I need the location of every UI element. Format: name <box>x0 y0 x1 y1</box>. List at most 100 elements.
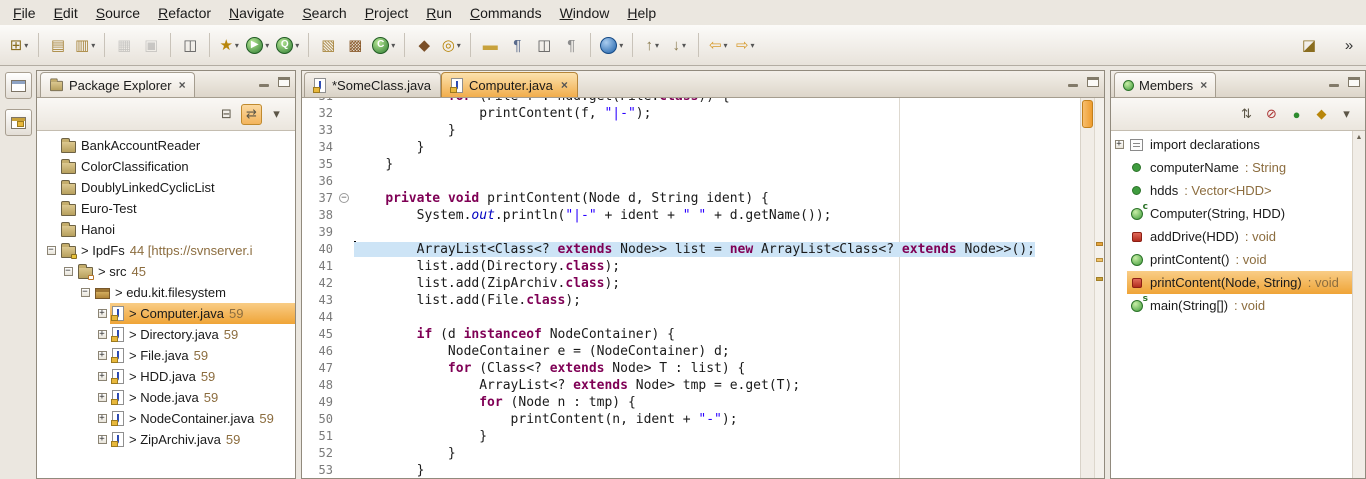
previous-annotation-button[interactable]: ↑▾ <box>639 32 665 58</box>
tree-item[interactable]: BankAccountReader <box>37 135 295 156</box>
collapse-region-icon[interactable]: − <box>339 193 349 203</box>
code-line[interactable]: 44 <box>302 309 1078 326</box>
code-line[interactable]: 38 System.out.println("|-" + ident + " "… <box>302 207 1078 224</box>
hide-fields-button[interactable]: ⊘ <box>1261 104 1282 125</box>
expander-plus-icon[interactable]: + <box>98 330 107 339</box>
overview-annotation-mark[interactable] <box>1096 277 1103 281</box>
member-item[interactable]: printContent() : void <box>1111 248 1352 271</box>
menu-commands[interactable]: Commands <box>461 2 551 24</box>
new-package-button[interactable]: ▩ <box>342 32 368 58</box>
expander-plus-icon[interactable]: + <box>1115 140 1124 149</box>
expander-plus-icon[interactable]: + <box>98 309 107 318</box>
close-icon[interactable]: × <box>179 78 186 92</box>
tree-item[interactable]: Hanoi <box>37 219 295 240</box>
tree-item[interactable]: −> edu.kit.filesystem <box>37 282 295 303</box>
dropdown-arrow-icon[interactable]: ▾ <box>91 41 95 50</box>
maximize-button[interactable] <box>278 77 290 87</box>
tree-item[interactable]: +J> Directory.java 59 <box>37 324 295 345</box>
code-line[interactable]: 39 <box>302 224 1078 241</box>
tree-item[interactable]: +J> ZipArchiv.java 59 <box>37 429 295 450</box>
minimize-button[interactable] <box>258 77 270 87</box>
scroll-up-icon[interactable]: ▲ <box>1353 131 1365 141</box>
close-icon[interactable]: × <box>1200 78 1207 92</box>
code-editor[interactable]: 31 for (File f : hdd.get(File.class)) {3… <box>302 98 1104 478</box>
editor-scrollbar[interactable] <box>1080 98 1094 478</box>
dropdown-arrow-icon[interactable]: ▾ <box>619 41 623 50</box>
minimize-button[interactable] <box>1328 77 1340 87</box>
next-annotation-button[interactable]: ↓▾ <box>666 32 692 58</box>
dropdown-arrow-icon[interactable]: ▾ <box>655 41 659 50</box>
open-jar-button[interactable]: ◆ <box>411 32 437 58</box>
member-item[interactable]: smain(String[]) : void <box>1111 294 1352 317</box>
tree-item[interactable]: +J> HDD.java 59 <box>37 366 295 387</box>
restore-view-button[interactable] <box>5 72 32 99</box>
new-wizard-button[interactable]: ⊞▾ <box>6 32 32 58</box>
perspective-java-button[interactable]: ◪ <box>1296 32 1322 58</box>
code-line[interactable]: 32 printContent(f, "|-"); <box>302 105 1078 122</box>
expander-minus-icon[interactable]: − <box>81 288 90 297</box>
dropdown-arrow-icon[interactable]: ▾ <box>235 41 239 50</box>
print-button[interactable]: ▣ <box>138 32 164 58</box>
tree-item[interactable]: −> IpdFs 44 [https://svnserver.i <box>37 240 295 261</box>
menu-search[interactable]: Search <box>293 2 355 24</box>
code-line[interactable]: 35 } <box>302 156 1078 173</box>
tree-item[interactable]: +J> File.java 59 <box>37 345 295 366</box>
run-button[interactable]: ▶▾ <box>243 32 272 58</box>
sort-button[interactable]: ⇅ <box>1236 104 1257 125</box>
member-item[interactable]: addDrive(HDD) : void <box>1111 225 1352 248</box>
close-icon[interactable]: × <box>561 78 568 92</box>
menu-refactor[interactable]: Refactor <box>149 2 220 24</box>
menu-edit[interactable]: Edit <box>45 2 87 24</box>
collapse-all-button[interactable]: ⊟ <box>216 104 237 125</box>
code-line[interactable]: 53 } <box>302 462 1078 478</box>
view-menu-button[interactable]: ▾ <box>1336 104 1357 125</box>
tab-package-explorer[interactable]: Package Explorer × <box>40 72 195 97</box>
dropdown-arrow-icon[interactable]: ▾ <box>295 41 299 50</box>
tree-item[interactable]: Euro-Test <box>37 198 295 219</box>
tree-item[interactable]: ColorClassification <box>37 156 295 177</box>
hide-non-public-button[interactable]: ◆ <box>1311 104 1332 125</box>
fast-view-button[interactable] <box>5 109 32 136</box>
external-tools-button[interactable]: Q▾ <box>273 32 302 58</box>
expander-minus-icon[interactable]: − <box>47 246 56 255</box>
format-button[interactable]: ¶ <box>558 32 584 58</box>
overview-annotation-mark[interactable] <box>1096 258 1103 262</box>
show-whitespace-button[interactable]: ¶ <box>504 32 530 58</box>
code-line[interactable]: 47 for (Class<? extends Node> T : list) … <box>302 360 1078 377</box>
code-line[interactable]: 49 for (Node n : tmp) { <box>302 394 1078 411</box>
code-area[interactable]: 31 for (File f : hdd.get(File.class)) {3… <box>302 98 1078 478</box>
code-line[interactable]: 31 for (File f : hdd.get(File.class)) { <box>302 98 1078 105</box>
new-file-button[interactable]: ▥▾ <box>72 32 98 58</box>
code-line[interactable]: 51 } <box>302 428 1078 445</box>
tree-item[interactable]: −> src 45 <box>37 261 295 282</box>
link-with-editor-button[interactable]: ⇄ <box>241 104 262 125</box>
menu-navigate[interactable]: Navigate <box>220 2 293 24</box>
tree-item[interactable]: +J> NodeContainer.java 59 <box>37 408 295 429</box>
editor-tab[interactable]: J*SomeClass.java <box>304 72 441 97</box>
tree-item[interactable]: DoublyLinkedCyclicList <box>37 177 295 198</box>
member-item[interactable]: printContent(Node, String) : void <box>1111 271 1352 294</box>
back-button[interactable]: ⇦▾ <box>705 32 731 58</box>
view-menu-button[interactable]: ▾ <box>266 104 287 125</box>
member-item[interactable]: hdds : Vector<HDD> <box>1111 179 1352 202</box>
expander-plus-icon[interactable]: + <box>98 351 107 360</box>
expander-plus-icon[interactable]: + <box>98 414 107 423</box>
tree-item[interactable]: +J> Node.java 59 <box>37 387 295 408</box>
code-line[interactable]: 41 list.add(Directory.class); <box>302 258 1078 275</box>
menu-window[interactable]: Window <box>551 2 619 24</box>
menu-run[interactable]: Run <box>417 2 461 24</box>
menu-file[interactable]: File <box>4 2 45 24</box>
minimize-button[interactable] <box>1067 77 1079 87</box>
search-button[interactable]: ◎▾ <box>438 32 464 58</box>
expander-plus-icon[interactable]: + <box>98 372 107 381</box>
code-line[interactable]: 40 ArrayList<Class<? extends Node>> list… <box>302 241 1078 258</box>
menu-source[interactable]: Source <box>87 2 149 24</box>
expander-minus-icon[interactable]: − <box>64 267 73 276</box>
editor-tab[interactable]: JComputer.java× <box>441 72 578 97</box>
code-line[interactable]: 33 } <box>302 122 1078 139</box>
member-item[interactable]: cComputer(String, HDD) <box>1111 202 1352 225</box>
open-perspective-button[interactable]: ◫ <box>177 32 203 58</box>
code-line[interactable]: 45 if (d instanceof NodeContainer) { <box>302 326 1078 343</box>
maximize-button[interactable] <box>1087 77 1099 87</box>
dropdown-arrow-icon[interactable]: ▾ <box>265 41 269 50</box>
